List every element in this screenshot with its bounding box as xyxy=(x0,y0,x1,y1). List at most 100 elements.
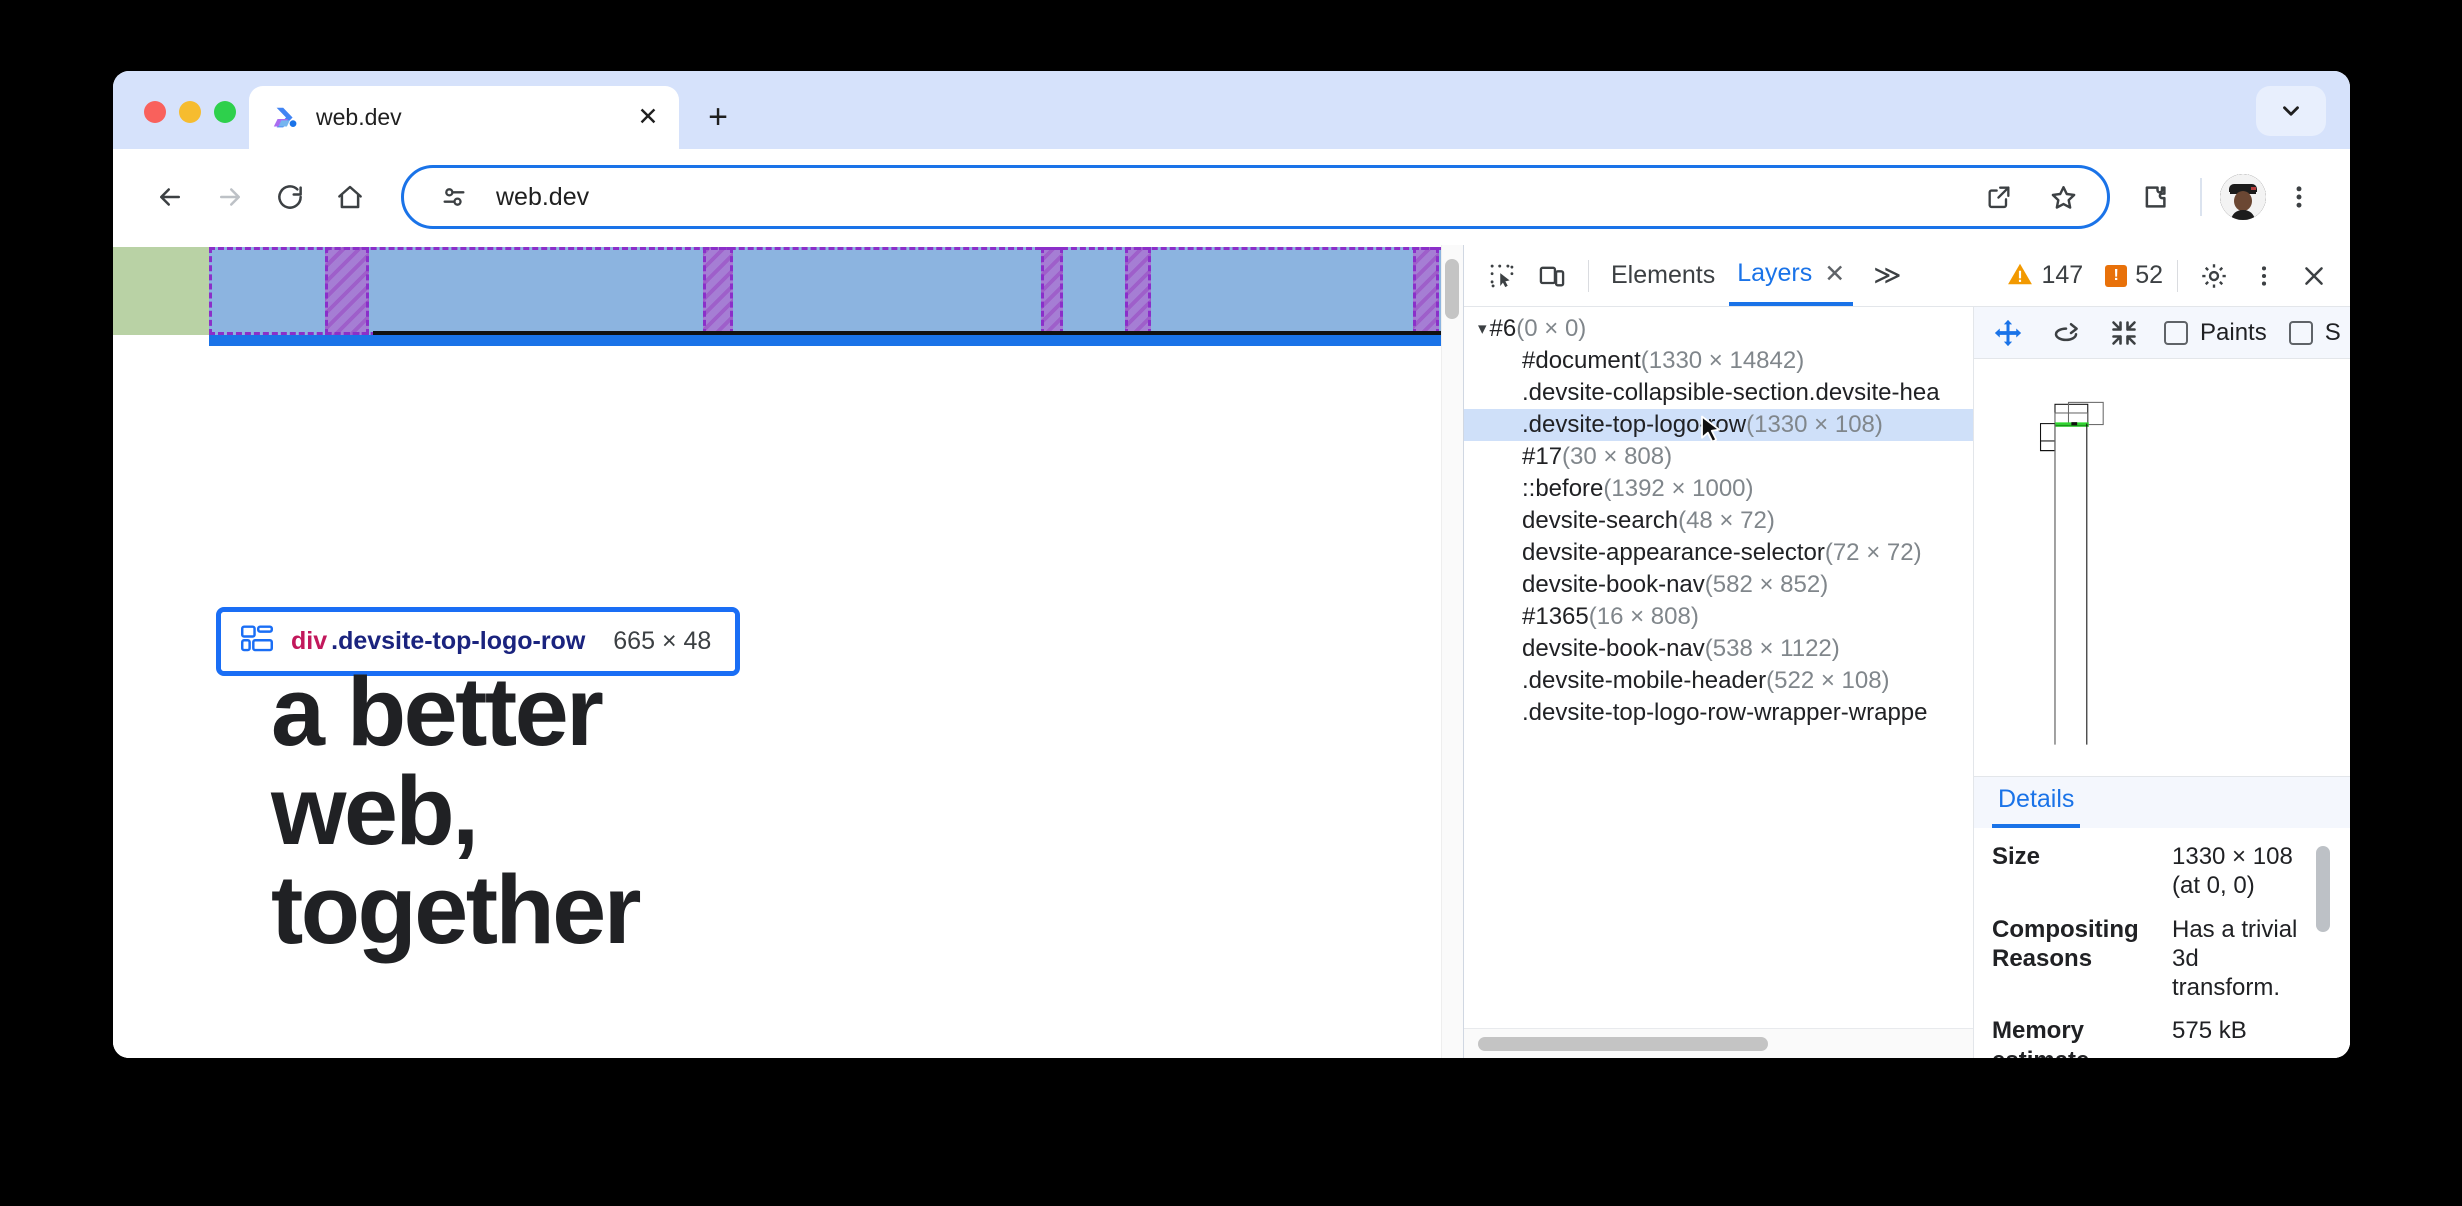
details-value: Has a trivial 3d transform. xyxy=(2172,915,2298,1002)
minimize-window-button[interactable] xyxy=(179,101,201,123)
details-tabbar: Details xyxy=(1974,776,2350,828)
tab-details[interactable]: Details xyxy=(1992,785,2081,828)
reload-icon[interactable] xyxy=(263,170,317,224)
layers-3d-canvas[interactable] xyxy=(1974,359,2350,776)
reset-view-icon[interactable] xyxy=(2106,315,2142,351)
profile-avatar[interactable] xyxy=(2220,174,2266,220)
layer-dimensions: (48 × 72) xyxy=(1678,507,1775,534)
error-count: 52 xyxy=(2135,261,2163,289)
back-arrow-icon[interactable] xyxy=(143,170,197,224)
rotate-mode-icon[interactable] xyxy=(2048,315,2084,351)
mouse-cursor-icon xyxy=(1700,415,1722,454)
new-tab-button[interactable]: + xyxy=(695,94,741,140)
details-row: Memory estimate 575 kB xyxy=(1992,1016,2306,1058)
details-table: Size 1330 × 108 (at 0, 0) Compositing Re… xyxy=(1992,842,2306,1058)
layer-tree-row[interactable]: #document (1330 × 14842) xyxy=(1464,345,1973,377)
layer-dimensions: (1330 × 108) xyxy=(1746,411,1883,438)
tab-layers-label: Layers xyxy=(1737,259,1813,287)
heading-line: a better xyxy=(271,657,604,766)
layer-name: devsite-search xyxy=(1522,507,1679,534)
chevron-down-icon[interactable] xyxy=(2256,86,2326,136)
layer-tree-row[interactable]: devsite-book-nav (538 × 1122) xyxy=(1464,633,1973,665)
layer-dimensions: (1392 × 1000) xyxy=(1603,475,1754,502)
highlight-dashed-outline xyxy=(1125,247,1151,335)
checkbox-box xyxy=(2288,320,2313,345)
close-tab-icon[interactable]: ✕ xyxy=(1824,259,1845,289)
three-dot-menu-icon[interactable] xyxy=(2272,170,2326,224)
layer-name: devsite-book-nav xyxy=(1522,571,1705,598)
checkbox-box xyxy=(2164,320,2188,345)
more-tabs-icon[interactable]: ≫ xyxy=(1873,260,1901,291)
grid-layout-icon xyxy=(241,625,273,658)
tune-icon[interactable] xyxy=(432,175,476,219)
browser-window: web.dev ✕ + web.dev div .devsite-top-log… xyxy=(113,71,2350,1058)
details-key: Compositing Reasons xyxy=(1992,915,2139,972)
close-tab-button[interactable]: ✕ xyxy=(631,101,665,135)
device-toolbar-icon[interactable] xyxy=(1530,254,1574,298)
expand-caret-icon[interactable]: ▾ xyxy=(1478,313,1487,345)
layer-name: devsite-book-nav xyxy=(1522,635,1705,662)
pan-mode-icon[interactable] xyxy=(1990,315,2026,351)
details-scrollbar-thumb[interactable] xyxy=(2316,846,2330,932)
tab-strip: web.dev ✕ + xyxy=(113,71,2350,149)
extensions-puzzle-icon[interactable] xyxy=(2128,170,2182,224)
gear-icon[interactable] xyxy=(2192,254,2236,298)
layer-name: #17 xyxy=(1522,443,1563,470)
paints-checkbox[interactable]: Paints xyxy=(2164,319,2267,347)
warning-counter[interactable]: 147 xyxy=(2007,261,2083,290)
warning-count: 147 xyxy=(2041,261,2084,289)
layer-tree-row[interactable]: .devsite-mobile-header (522 × 108) xyxy=(1464,665,1973,697)
devtools-body: ▾ #6 (0 × 0) #document (1330 × 14842) .d… xyxy=(1464,307,2350,1058)
highlight-dashed-outline xyxy=(703,247,733,335)
inspect-cursor-icon[interactable] xyxy=(1480,254,1524,298)
tab-title: web.dev xyxy=(316,104,402,130)
devtools-toolbar: Elements Layers ✕ ≫ 147 ! 52 xyxy=(1464,245,2350,307)
tab-elements[interactable]: Elements xyxy=(1603,246,1723,306)
highlight-bottom-edge xyxy=(209,335,1463,346)
devtools-panel: Elements Layers ✕ ≫ 147 ! 52 ▾ #6 (0 × 0… xyxy=(1463,245,2350,1058)
forward-arrow-icon[interactable] xyxy=(203,170,257,224)
page-scrollbar-thumb[interactable] xyxy=(1445,259,1459,319)
layer-tree[interactable]: ▾ #6 (0 × 0) #document (1330 × 14842) .d… xyxy=(1464,307,1973,1028)
layer-tree-horizontal-scrollbar[interactable] xyxy=(1464,1028,1973,1058)
page-scrollbar[interactable] xyxy=(1441,245,1463,1058)
layer-tree-row[interactable]: ▾ #6 (0 × 0) xyxy=(1464,313,1973,345)
star-icon[interactable] xyxy=(2041,175,2085,219)
layer-dimensions: (522 × 108) xyxy=(1766,667,1890,694)
highlight-dashed-outline xyxy=(209,247,1463,335)
inspector-highlight-overlay xyxy=(113,245,1463,346)
maximize-window-button[interactable] xyxy=(214,101,236,123)
layer-tree-row[interactable]: ::before (1392 × 1000) xyxy=(1464,473,1973,505)
page-title: a better web, together xyxy=(271,657,642,960)
layer-name: #6 xyxy=(1489,315,1517,342)
webdev-logo-icon xyxy=(271,103,301,133)
layers-3d-toolbar: Paints S xyxy=(1974,307,2350,359)
layer-tree-row[interactable]: devsite-appearance-selector (72 × 72) xyxy=(1464,537,1973,569)
address-bar[interactable]: web.dev xyxy=(401,165,2110,229)
close-devtools-icon[interactable] xyxy=(2292,254,2336,298)
browser-toolbar: web.dev xyxy=(113,149,2350,245)
rendered-page: web.dev English ▾ xyxy=(113,245,1463,1058)
layer-tree-row[interactable]: #1365 (16 × 808) xyxy=(1464,601,1973,633)
details-scrollbar[interactable] xyxy=(2314,842,2332,1058)
three-dot-menu-icon[interactable] xyxy=(2242,254,2286,298)
viewport: web.dev English ▾ xyxy=(113,245,2350,1058)
slow-scroll-rects-checkbox[interactable]: S xyxy=(2288,319,2341,347)
layer-tree-row[interactable]: .devsite-collapsible-section.devsite-hea xyxy=(1464,377,1973,409)
layer-tree-row[interactable]: devsite-book-nav (582 × 852) xyxy=(1464,569,1973,601)
scrollbar-thumb[interactable] xyxy=(1478,1036,1768,1051)
close-window-button[interactable] xyxy=(144,101,166,123)
layer-tree-row[interactable]: .devsite-top-logo-row-wrapper-wrappe xyxy=(1464,697,1973,729)
tab-layers[interactable]: Layers ✕ xyxy=(1729,246,1854,306)
layer-name: #document xyxy=(1522,347,1641,374)
share-icon[interactable] xyxy=(1977,175,2021,219)
browser-tab[interactable]: web.dev ✕ xyxy=(249,86,679,149)
layer-tree-row[interactable]: devsite-search (48 × 72) xyxy=(1464,505,1973,537)
error-counter[interactable]: ! 52 xyxy=(2105,261,2163,290)
layer-dimensions: (16 × 808) xyxy=(1588,603,1699,630)
layer-dimensions: (1330 × 14842) xyxy=(1640,347,1805,374)
layer-tree-row-selected[interactable]: .devsite-top-logo-row (1330 × 108) xyxy=(1464,409,1973,443)
layer-dimensions: (538 × 1122) xyxy=(1704,635,1840,662)
home-icon[interactable] xyxy=(323,170,377,224)
layer-dimensions: (30 × 808) xyxy=(1562,443,1673,470)
